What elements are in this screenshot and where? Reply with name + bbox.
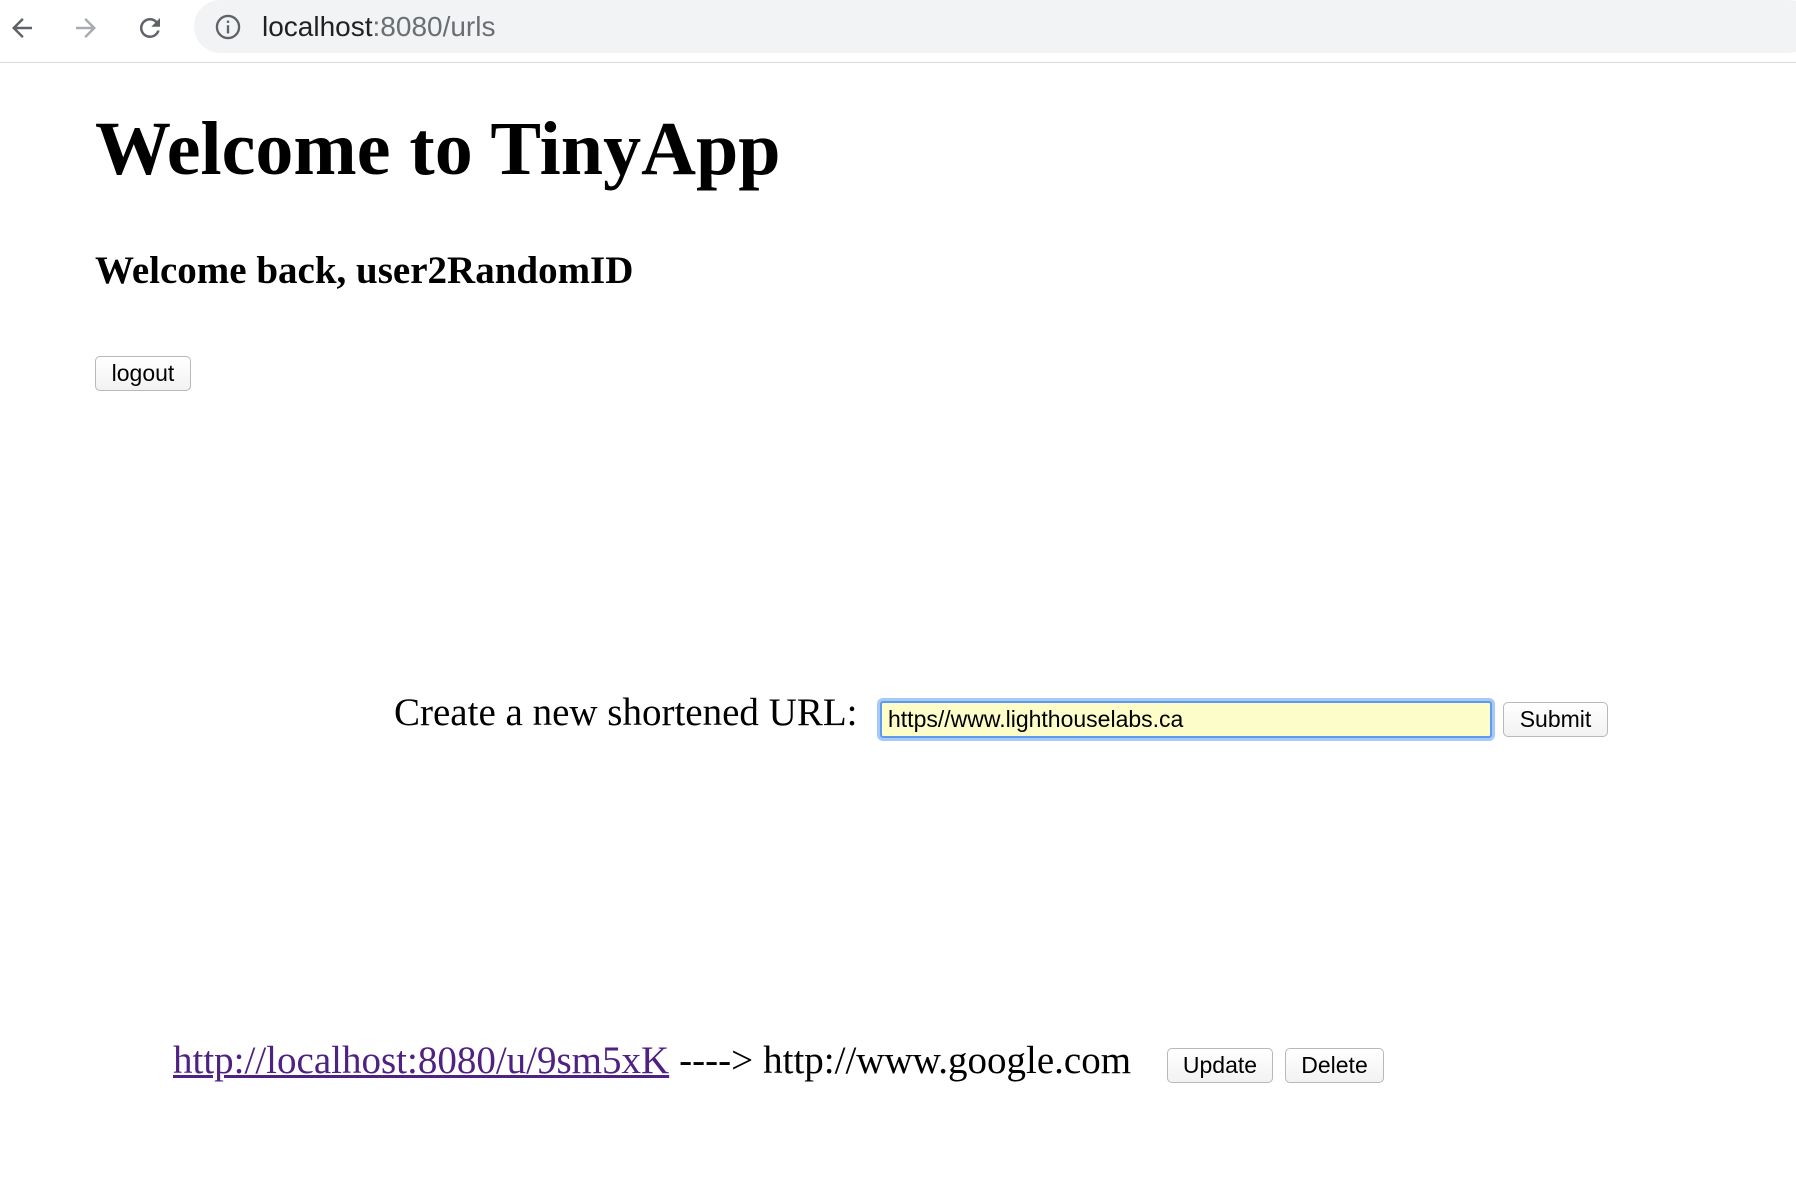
reload-button[interactable] [130,8,170,48]
address-bar[interactable]: localhost:8080/urls [194,0,1796,53]
back-button[interactable] [2,8,42,48]
url-path: :8080/urls [372,11,496,42]
browser-toolbar: localhost:8080/urls [0,0,1796,63]
welcome-message: Welcome back, user2RandomID [95,249,634,292]
reload-icon [139,17,160,38]
long-url-text: http://www.google.com [763,1039,1132,1082]
short-url-link[interactable]: http://localhost:8080/u/9sm5xK [173,1039,669,1082]
url-host: localhost [262,11,373,42]
page-title: Welcome to TinyApp [95,107,781,191]
forward-arrow-icon [76,18,96,38]
back-arrow-icon [12,18,32,38]
create-url-label: Create a new shortened URL: [394,691,858,734]
logout-button[interactable]: logout [95,356,191,391]
update-button[interactable]: Update [1167,1048,1273,1083]
info-icon[interactable] [214,13,242,41]
long-url-input[interactable] [880,701,1492,738]
forward-button[interactable] [66,8,106,48]
url-list-item: http://localhost:8080/u/9sm5xK ----> http:… [173,1036,1131,1086]
url-arrow: ----> [679,1039,754,1082]
address-text[interactable]: localhost:8080/urls [262,10,495,44]
delete-button[interactable]: Delete [1285,1048,1384,1083]
submit-button[interactable]: Submit [1503,702,1608,737]
